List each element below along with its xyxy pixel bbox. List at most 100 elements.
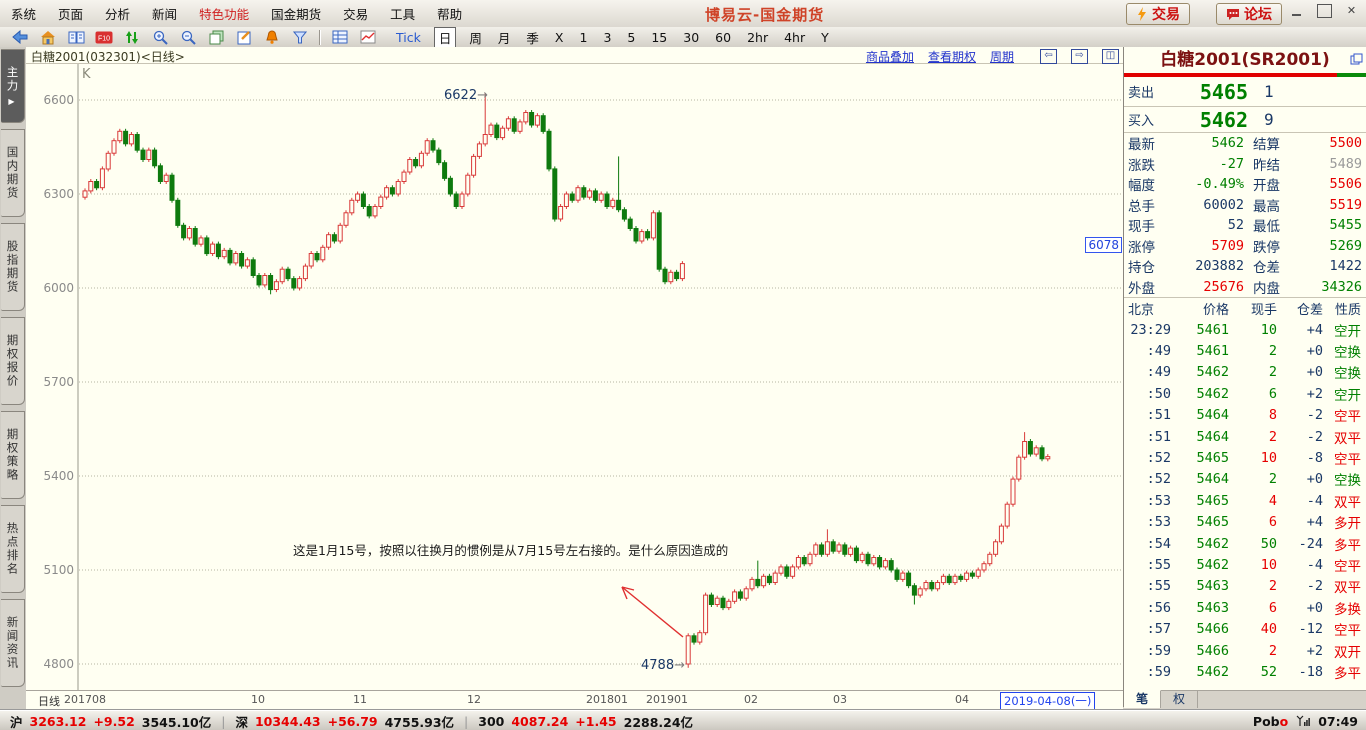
- copy-pages-icon[interactable]: [207, 29, 225, 46]
- status-bar: 沪3263.12 +9.523545.10亿| 深10344.43 +56.79…: [0, 710, 1366, 730]
- app-window: 系统页面分析新闻特色功能国金期货交易工具帮助 博易云-国金期货 交易 论坛 ✕ …: [0, 0, 1366, 730]
- period-30[interactable]: 30: [683, 30, 699, 45]
- menu-guojin-futures[interactable]: 国金期货: [260, 4, 332, 23]
- quote-row: 总手 60002 最高 5519: [1124, 195, 1366, 216]
- period-3[interactable]: 3: [603, 30, 611, 45]
- panel-tab-笔[interactable]: 笔: [1124, 690, 1161, 708]
- candlestick-chart[interactable]: 6600630060005700540051004800: [26, 63, 1123, 690]
- period-60[interactable]: 60: [715, 30, 731, 45]
- menu-page[interactable]: 页面: [47, 4, 94, 23]
- tape-row[interactable]: :50 5462 6 +2 空开: [1124, 383, 1366, 404]
- period-Y[interactable]: Y: [821, 30, 829, 45]
- instrument-title: 白糖2001(SR2001): [1124, 47, 1366, 73]
- close-button[interactable]: ✕: [1345, 5, 1358, 17]
- period-X[interactable]: X: [555, 30, 564, 45]
- zoom-in-icon[interactable]: [151, 29, 169, 46]
- quote-row: 持仓 203882 仓差 1422: [1124, 256, 1366, 277]
- bid-price: 5462: [1170, 108, 1248, 132]
- quote-value: -0.49%: [1170, 176, 1244, 192]
- x-tick: 11: [353, 693, 367, 706]
- period-link[interactable]: 周期: [990, 48, 1014, 65]
- f10-icon[interactable]: F10: [95, 29, 113, 46]
- sidebar-tab-domestic-futures[interactable]: 国内期货: [1, 129, 25, 217]
- tape-row[interactable]: :53 5465 6 +4 多开: [1124, 512, 1366, 533]
- menu-system[interactable]: 系统: [0, 4, 47, 23]
- split-pane-icon[interactable]: ◫: [1102, 49, 1119, 64]
- col-oi-change: 仓差: [1277, 299, 1323, 318]
- tape-row[interactable]: :59 5466 2 +2 双开: [1124, 640, 1366, 661]
- period-Tick[interactable]: Tick: [396, 30, 421, 45]
- tape-row[interactable]: :51 5464 2 -2 双平: [1124, 426, 1366, 447]
- prev-arrow-icon[interactable]: ⇦: [1040, 49, 1057, 64]
- index-quote[interactable]: 深10344.43 +56.794755.93亿: [235, 712, 454, 730]
- period-5[interactable]: 5: [627, 30, 635, 45]
- period-2hr[interactable]: 2hr: [747, 30, 768, 45]
- sidebar-tab-news-info[interactable]: 新闻资讯: [1, 599, 25, 687]
- menu-bar: 系统页面分析新闻特色功能国金期货交易工具帮助 博易云-国金期货 交易 论坛 ✕: [0, 0, 1366, 28]
- tape-row[interactable]: 23:29 5461 10 +4 空开: [1124, 319, 1366, 340]
- svg-text:6300: 6300: [43, 187, 74, 201]
- tape-row[interactable]: :57 5466 40 -12 空平: [1124, 618, 1366, 639]
- overlay-link[interactable]: 商品叠加: [866, 48, 914, 65]
- sort-arrows-icon[interactable]: [123, 29, 141, 46]
- sidebar-tab-main-contract[interactable]: 主力▶: [1, 49, 25, 123]
- minimize-button[interactable]: [1291, 5, 1304, 17]
- menu-tools[interactable]: 工具: [379, 4, 426, 23]
- zoom-out-icon[interactable]: [179, 29, 197, 46]
- svg-text:F10: F10: [98, 35, 110, 42]
- tape-row[interactable]: :56 5463 6 +0 多换: [1124, 597, 1366, 618]
- svg-text:5700: 5700: [43, 375, 74, 389]
- alert-bell-icon[interactable]: [263, 29, 281, 46]
- sidebar-tab-index-futures[interactable]: 股指期货: [1, 223, 25, 311]
- quote-table-icon[interactable]: [331, 29, 349, 46]
- popout-icon[interactable]: [1350, 50, 1363, 69]
- sidebar-tab-hot-ranking[interactable]: 热点排名: [1, 505, 25, 593]
- menu-trade[interactable]: 交易: [332, 4, 379, 23]
- menu-help[interactable]: 帮助: [426, 4, 473, 23]
- period-1[interactable]: 1: [579, 30, 587, 45]
- period-日[interactable]: 日: [434, 27, 457, 48]
- user-note-annotation[interactable]: 这是1月15号，按照以往换月的惯例是从7月15号左右接的。是什么原因造成的: [293, 540, 728, 559]
- tape-row[interactable]: :59 5462 52 -18 多平: [1124, 661, 1366, 682]
- period-15[interactable]: 15: [651, 30, 667, 45]
- menu-analysis[interactable]: 分析: [94, 4, 141, 23]
- index-quote[interactable]: 沪3263.12 +9.523545.10亿: [10, 712, 211, 730]
- forum-button[interactable]: 论坛: [1216, 3, 1282, 25]
- menu-special-features[interactable]: 特色功能: [188, 4, 260, 23]
- home-icon[interactable]: [39, 29, 57, 46]
- maximize-button[interactable]: [1317, 4, 1332, 18]
- trough-annotation: 4788→: [641, 658, 685, 673]
- period-4hr[interactable]: 4hr: [784, 30, 805, 45]
- back-icon[interactable]: [11, 29, 29, 46]
- quote-label: 开盘: [1253, 174, 1295, 194]
- period-月[interactable]: 月: [498, 28, 511, 47]
- browse-icon[interactable]: [67, 29, 85, 46]
- panel-tab-权[interactable]: 权: [1161, 691, 1198, 708]
- quote-label: 持仓: [1128, 256, 1170, 276]
- edit-note-icon[interactable]: [235, 29, 253, 46]
- tape-row[interactable]: :55 5463 2 -2 双平: [1124, 576, 1366, 597]
- sidebar-tab-options-quotes[interactable]: 期权报价: [1, 317, 25, 405]
- tape-row[interactable]: :52 5464 2 +0 空换: [1124, 469, 1366, 490]
- trend-chart-icon[interactable]: [359, 29, 377, 46]
- tape-row[interactable]: :49 5462 2 +0 空换: [1124, 362, 1366, 383]
- filter-icon[interactable]: [291, 29, 309, 46]
- period-季[interactable]: 季: [526, 28, 539, 47]
- lightning-icon: [1136, 7, 1148, 21]
- index-quote[interactable]: 3004087.24 +1.452288.24亿: [478, 712, 693, 730]
- tape-row[interactable]: :54 5462 50 -24 多平: [1124, 533, 1366, 554]
- tape-row[interactable]: :49 5461 2 +0 空换: [1124, 340, 1366, 361]
- sidebar-tab-options-strategy[interactable]: 期权策略: [1, 411, 25, 499]
- trade-button[interactable]: 交易: [1126, 3, 1190, 25]
- bid-volume: 9: [1264, 110, 1274, 129]
- toolbar: F10 Tick 日周月季 X1 3 5 15 30 60 2hr 4hr Y: [0, 27, 1366, 48]
- quote-row: 最新 5462 结算 5500: [1124, 133, 1366, 154]
- period-周[interactable]: 周: [469, 28, 482, 47]
- menu-news[interactable]: 新闻: [141, 4, 188, 23]
- next-arrow-icon[interactable]: ⇨: [1071, 49, 1088, 64]
- tape-row[interactable]: :55 5462 10 -4 空平: [1124, 554, 1366, 575]
- view-options-link[interactable]: 查看期权: [928, 48, 976, 65]
- tape-row[interactable]: :53 5465 4 -4 双平: [1124, 490, 1366, 511]
- tape-row[interactable]: :52 5465 10 -8 空平: [1124, 447, 1366, 468]
- tape-row[interactable]: :51 5464 8 -2 空平: [1124, 405, 1366, 426]
